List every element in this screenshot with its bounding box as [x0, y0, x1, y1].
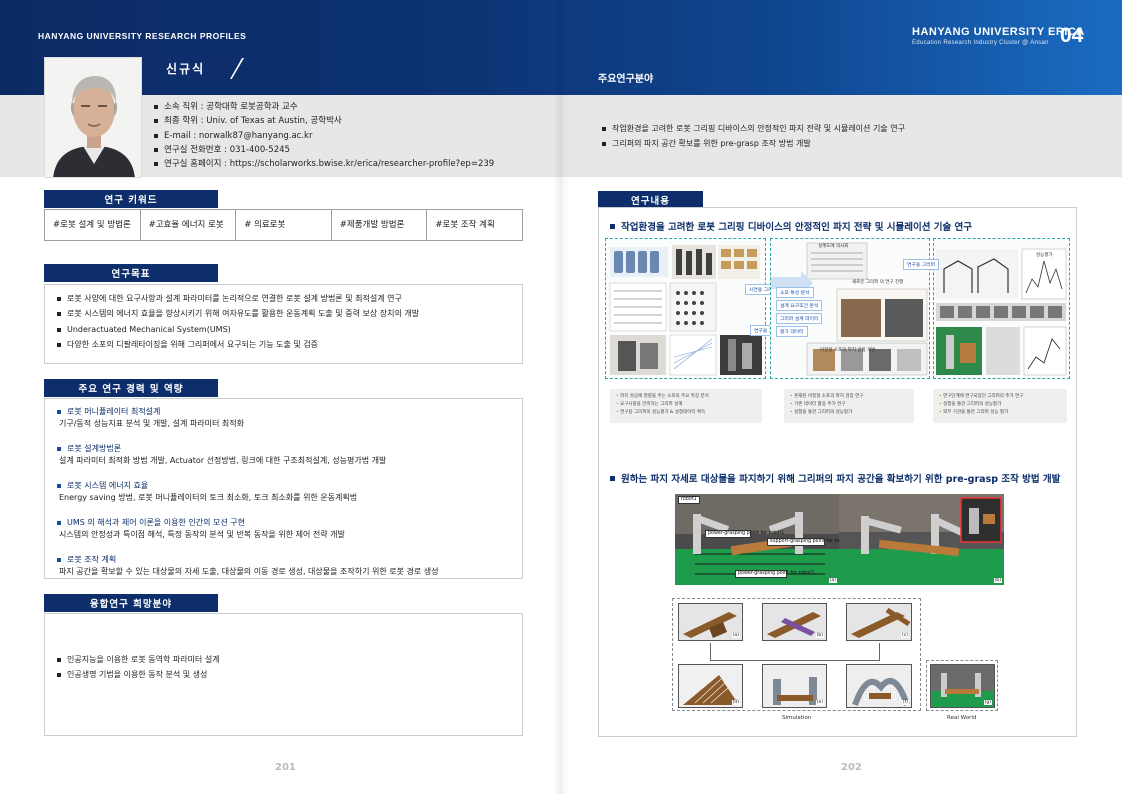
dual-robot-photo-a: robot1 power-grasping point for robot1 s…	[675, 494, 839, 585]
goal-item: 로봇 사양에 대한 요구사항과 설계 파라미터를 논리적으로 연결한 로봇 설계…	[55, 291, 419, 306]
fig2-label-a: (a)	[828, 578, 837, 583]
fig1-middle-label: 새로운 그리퍼 의 연구 진행	[852, 280, 904, 285]
info-degree: 최종 학위 : Univ. of Texas at Austin, 공학박사	[154, 114, 494, 128]
research-subheading-1: 작업환경을 고려한 로봇 그리핑 디바이스의 안정적인 파지 전략 및 시뮬레이…	[610, 219, 972, 233]
info-email[interactable]: E-mail : norwalk87@hanyang.ac.kr	[154, 129, 494, 143]
simulation-label: Simulation	[782, 715, 812, 721]
sim-tile-e: (e)	[762, 664, 827, 708]
fig1-middle-label: 설계도에 의사회	[818, 244, 849, 249]
sim-tile-c: (c)	[846, 603, 912, 641]
keyword-cell: #로봇 설계 및 방법론	[45, 210, 141, 240]
career-title: 로봇 조작 계획	[57, 554, 439, 566]
research-subheading-2: 원하는 파지 자세로 대상물을 파지하기 위해 그리퍼의 파지 공간을 확보하기…	[610, 471, 1060, 485]
career-item: UMS 의 해석과 제어 이론을 이용한 인간의 모션 구현 시스템의 안정성과…	[57, 517, 439, 541]
career-desc: 파지 공간을 확보할 수 있는 대상물의 자세 도출, 대상물의 이동 경로 생…	[59, 567, 439, 576]
researcher-photo	[44, 57, 142, 178]
goals-box: 로봇 사양에 대한 요구사항과 설계 파라미터를 논리적으로 연결한 로봇 설계…	[44, 284, 523, 364]
support-grasp-tag: support-grasping point for robot1 and ro…	[767, 538, 839, 546]
sim-tile-label: (g)	[983, 700, 992, 705]
main-research-title: 주요연구분야	[598, 74, 654, 85]
sim-flow-connector	[710, 643, 880, 661]
goal-item: Underactuated Mechanical System(UMS)	[55, 322, 419, 337]
keyword-cell: #로봇 조작 계획	[435, 219, 495, 230]
convergence-box: 인공지능을 이용한 로봇 동역학 파라미터 설계 인공생명 기법을 이용한 동작…	[44, 613, 523, 736]
keywords-table: #로봇 설계 및 방법론 #고효율 에너지 로봇 # 의료로봇 #제품개발 방법…	[44, 209, 523, 241]
right-header-subtitle: Education Research Industry Cluster @ An…	[912, 40, 1049, 46]
figure1-panel-left	[605, 238, 766, 379]
page-number-left: 201	[275, 762, 296, 773]
chapter-number: 04	[1060, 24, 1084, 47]
main-research-list: 작업환경을 고려한 로봇 그리핑 디바이스의 안정적인 파지 전략 및 시뮬레이…	[600, 121, 905, 152]
career-title: 로봇 머니퓰레이터 최적설계	[57, 406, 439, 418]
sim-tile-d: (d)	[678, 664, 743, 708]
sim-tile-a: (a)	[678, 603, 743, 641]
main-research-item: 그리퍼의 파지 공간 확보를 위한 pre-grasp 조작 방법 개발	[600, 136, 905, 151]
goals-heading: 연구목표	[44, 264, 218, 282]
career-box: 로봇 머니퓰레이터 최적설계 기구/동적 성능지표 분석 및 개발, 설계 파라…	[44, 398, 523, 579]
career-heading: 주요 연구 경력 및 역량	[44, 379, 218, 397]
fig1-chip: 그리퍼 설계 데이터	[776, 313, 823, 324]
bullet-square-icon	[610, 476, 615, 481]
info-phone: 연구실 전화번호 : 031-400-5245	[154, 143, 494, 157]
left-header-title: HANYANG UNIVERSITY RESEARCH PROFILES	[38, 31, 247, 41]
fig1-chip: 평가 데이터	[776, 326, 808, 337]
bullet-square-icon	[610, 224, 615, 229]
career-title: 로봇 설계방법론	[57, 443, 439, 455]
fig1-caption-right: 연구단계에 연구되었던 그리퍼의 추가 연구 실험을 통한 그리퍼의 성능평가 …	[933, 389, 1067, 423]
sim-tile-label: (f)	[901, 700, 909, 705]
goal-item: 다양한 소포의 디팔레타이징을 위해 그리퍼에서 요구되는 기능 도출 및 검증	[55, 337, 419, 352]
goal-item: 로봇 시스템의 에너지 효율을 향상시키기 위해 여자유도를 활용한 운동계획 …	[55, 306, 419, 321]
fig1-middle-label: 비정형 소포의 파지 방법 개발	[820, 348, 876, 353]
gripper-analysis-graphic	[609, 245, 762, 376]
career-title: UMS 의 해석과 제어 이론을 이용한 인간의 모션 구현	[57, 517, 439, 529]
career-desc: Energy saving 방법, 로봇 머니퓰레이터의 토크 최소화, 토크 …	[59, 493, 358, 502]
fig1-chip: 연구용 그리퍼	[903, 259, 940, 270]
fig1-right-label: 성능평가	[1036, 253, 1053, 258]
right-header-title: HANYANG UNIVERSITY ERICA	[912, 26, 1085, 38]
convergence-item: 인공지능을 이용한 로봇 동역학 파라미터 설계	[55, 652, 220, 667]
info-homepage[interactable]: 연구실 홈페이지 : https://scholarworks.bwise.kr…	[154, 157, 494, 171]
sim-tile-f: (f)	[846, 664, 912, 708]
sim-tile-label: (e)	[815, 700, 824, 705]
fig2-label-b: (b)	[993, 578, 1002, 583]
figure1-panel-right	[933, 238, 1070, 379]
career-desc: 시스템의 안정성과 특이점 해석, 특정 동작의 분석 및 반복 동작을 위한 …	[59, 530, 345, 539]
sim-tile-label: (a)	[731, 633, 740, 638]
career-item: 로봇 시스템 에너지 효율 Energy saving 방법, 로봇 머니퓰레이…	[57, 480, 439, 504]
career-desc: 설계 파라미터 최적화 방법 개발, Actuator 선정방법, 링크에 대한…	[59, 456, 387, 465]
keyword-cell: # 의료로봇	[236, 210, 332, 240]
page-number-right: 202	[841, 762, 862, 773]
researcher-name-tab: 신규식	[142, 58, 242, 79]
convergence-heading: 융합연구 희망분야	[44, 594, 218, 612]
fig1-caption-left: 파지 성공에 영향을 주는 소포의 주요 특징 분석 요구사항을 만족하는 그리…	[610, 389, 762, 423]
career-desc: 기구/동적 성능지표 분석 및 개발, 설계 파라미터 최적화	[59, 419, 244, 428]
main-research-item: 작업환경을 고려한 로봇 그리핑 디바이스의 안정적인 파지 전략 및 시뮬레이…	[600, 121, 905, 136]
performance-eval-graphic	[936, 248, 1067, 376]
power-grasp-tag-2: power-grasping point for robot2	[735, 570, 814, 578]
career-item: 로봇 설계방법론 설계 파라미터 최적화 방법 개발, Actuator 선정방…	[57, 443, 439, 467]
career-title: 로봇 시스템 에너지 효율	[57, 480, 439, 492]
convergence-item: 인공생명 기법을 이용한 동작 분석 및 생성	[55, 667, 220, 682]
real-world-label: Real World	[947, 715, 977, 721]
header-band	[0, 0, 1122, 95]
real-world-tile-g: (g)	[930, 664, 995, 708]
fig1-chip: 소포 특성 분석	[776, 287, 814, 298]
profile-info-list: 소속 직위 : 공학대학 로봇공학과 교수 최종 학위 : Univ. of T…	[154, 100, 494, 171]
info-position: 소속 직위 : 공학대학 로봇공학과 교수	[154, 100, 494, 114]
fig1-chip: 설계 요구조건 분석	[776, 300, 823, 311]
sim-tile-label: (b)	[815, 633, 824, 638]
keyword-cell: #제품개발 방법론	[332, 210, 428, 240]
power-grasp-tag-1: power-grasping point for robot1	[705, 530, 784, 538]
dual-robot-photo-b: robot2 (b)	[839, 494, 1004, 585]
sim-tile-label: (d)	[731, 700, 740, 705]
fig1-caption-middle: 혼재된 비정형 소포의 파지 검증 연구 기존 데이터 활용 추가 연구 실험을…	[784, 389, 914, 423]
robot1-label: robot1	[678, 496, 700, 504]
keywords-heading: 연구 키워드	[44, 190, 218, 208]
sim-tile-label: (c)	[901, 633, 909, 638]
keyword-cell: #고효율 에너지 로봇	[141, 210, 237, 240]
researcher-name: 신규식	[166, 62, 206, 76]
sim-tile-b: (b)	[762, 603, 827, 641]
career-item: 로봇 머니퓰레이터 최적설계 기구/동적 성능지표 분석 및 개발, 설계 파라…	[57, 406, 439, 430]
career-item: 로봇 조작 계획 파지 공간을 확보할 수 있는 대상물의 자세 도출, 대상물…	[57, 554, 439, 578]
